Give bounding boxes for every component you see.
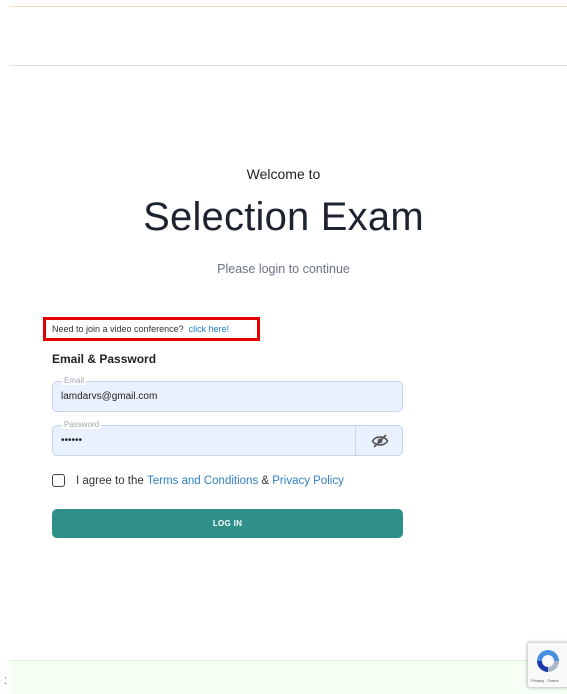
terms-link[interactable]: Terms and Conditions — [147, 475, 258, 487]
email-input[interactable] — [61, 382, 351, 411]
email-field[interactable]: Email — [52, 376, 403, 412]
welcome-text: Welcome to — [246, 166, 321, 182]
footer-bar — [10, 660, 567, 694]
password-toggle-divider — [355, 426, 356, 455]
page-title: Selection Exam — [143, 195, 424, 239]
terms-and: & — [258, 474, 273, 487]
footer-glyph: ⁚ — [4, 676, 7, 686]
privacy-link[interactable]: Privacy Policy — [272, 475, 344, 487]
recaptcha-logo-icon — [537, 650, 559, 672]
terms-prefix: I agree to the — [76, 474, 147, 487]
password-field[interactable]: Password — [52, 420, 403, 456]
terms-checkbox[interactable] — [52, 474, 65, 487]
recaptcha-text: Privacy - Terms — [531, 678, 559, 683]
login-button[interactable]: LOG IN — [52, 509, 403, 538]
page-subtitle: Please login to continue — [217, 262, 350, 276]
password-input[interactable] — [61, 426, 351, 455]
top-accent-bar — [10, 0, 567, 7]
terms-agreement-row: I agree to the Terms and Conditions & Pr… — [52, 474, 344, 487]
video-conference-notice: Need to join a video conference? click h… — [43, 317, 260, 341]
password-toggle-button[interactable] — [370, 432, 390, 450]
header-divider — [10, 65, 567, 66]
video-conference-link[interactable]: click here! — [189, 324, 230, 334]
section-label: Email & Password — [52, 352, 157, 366]
eye-slash-icon — [371, 434, 389, 448]
recaptcha-badge[interactable]: Privacy - Terms — [527, 642, 567, 688]
video-conference-text: Need to join a video conference? — [52, 324, 184, 334]
